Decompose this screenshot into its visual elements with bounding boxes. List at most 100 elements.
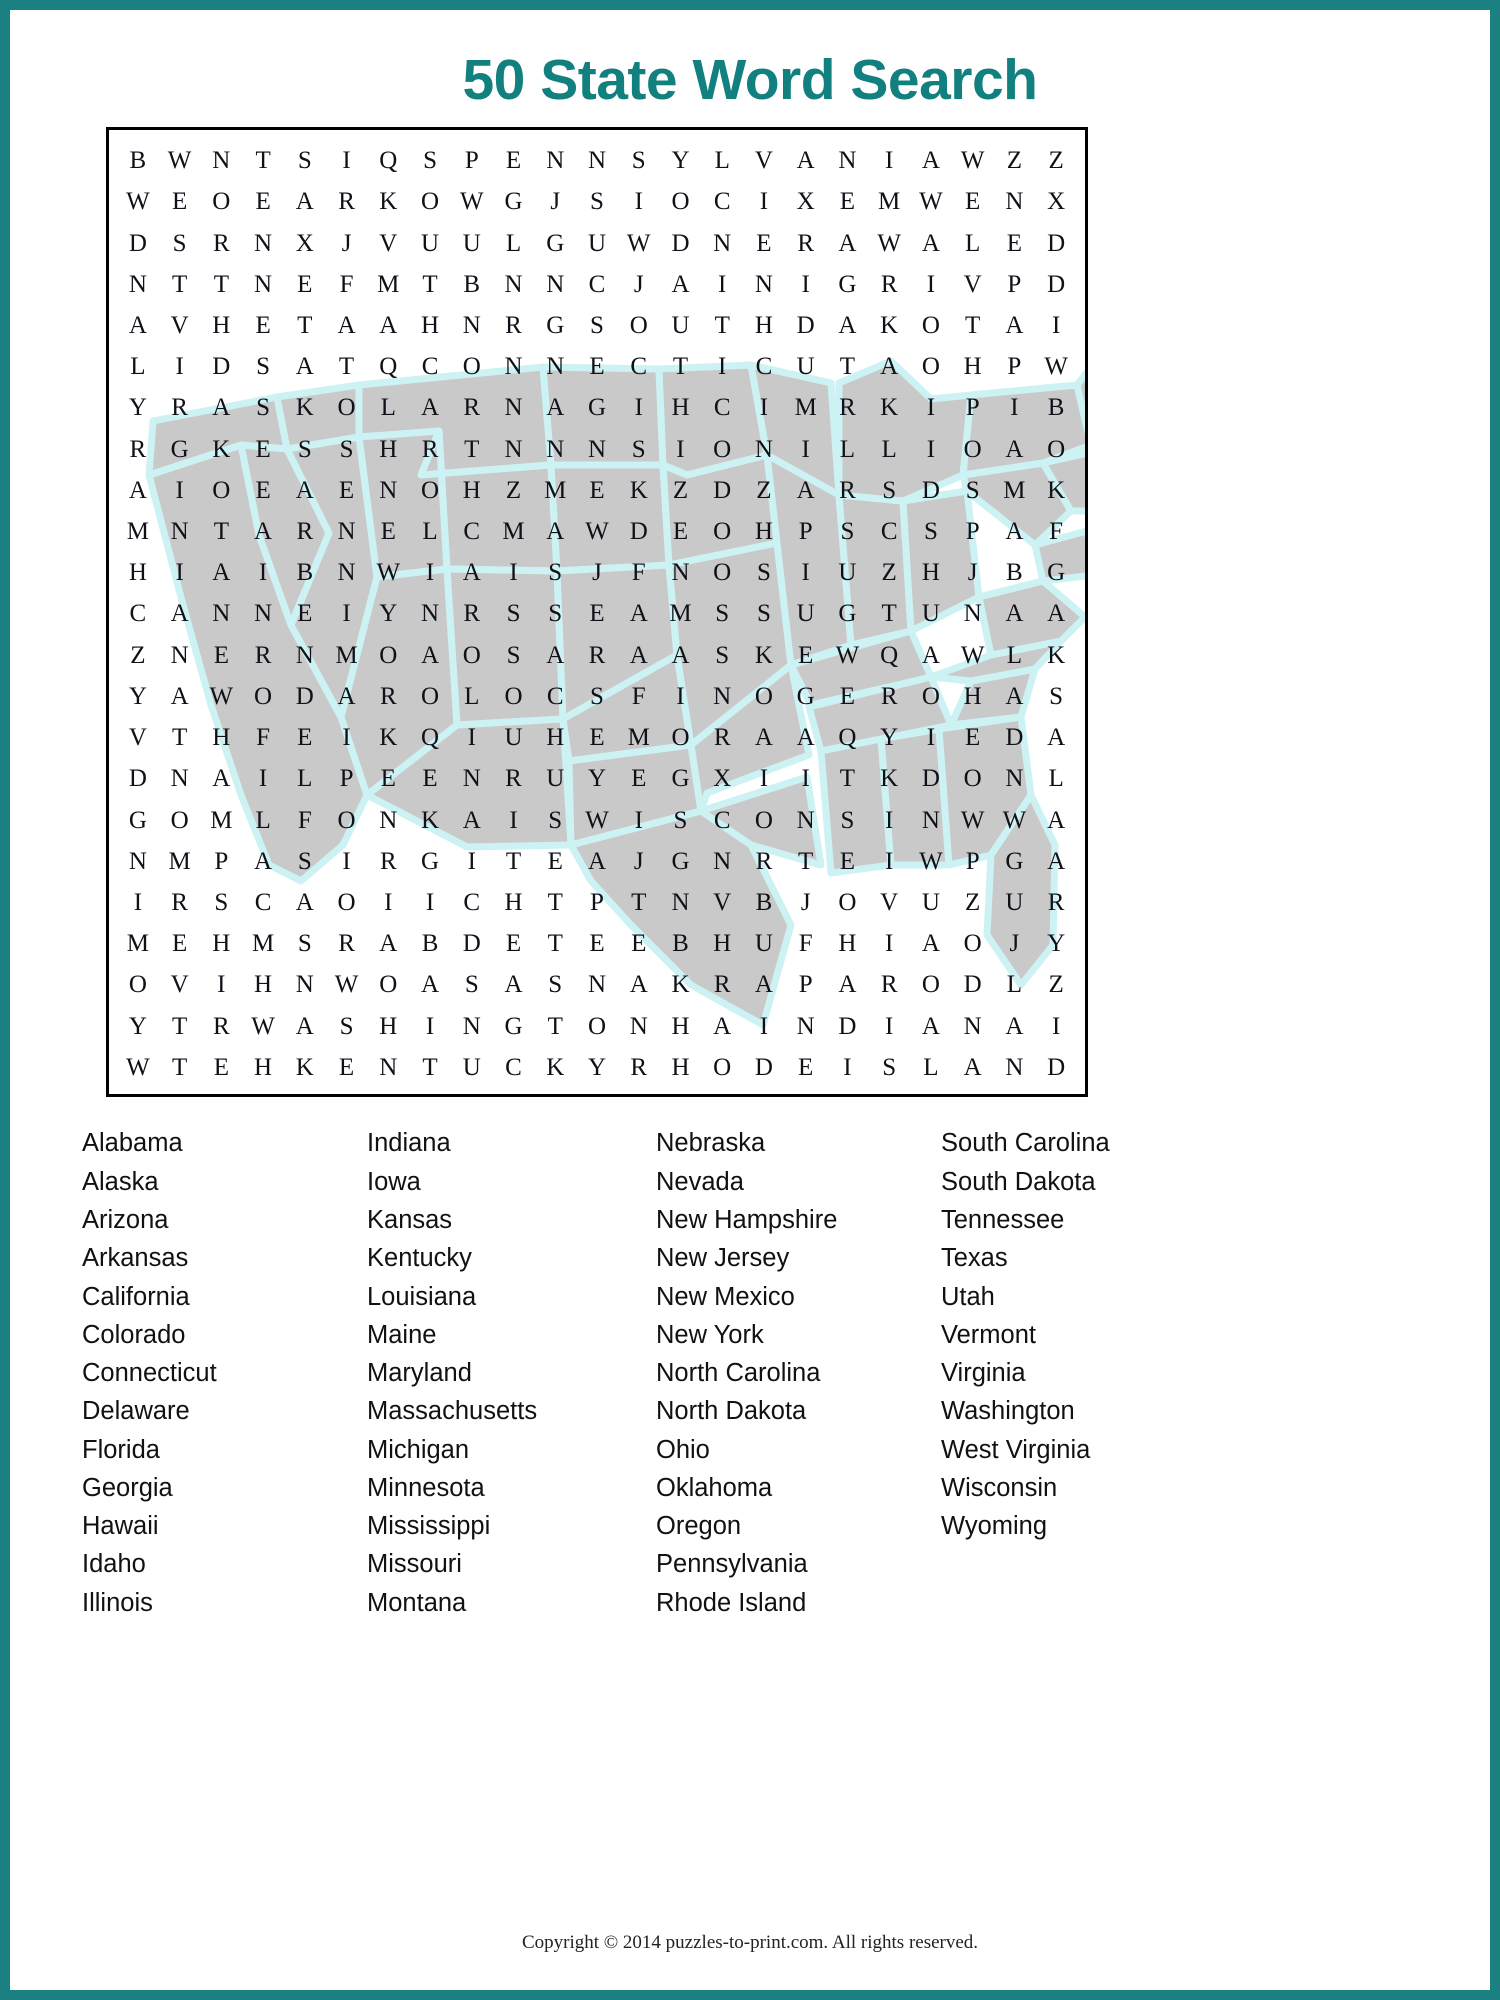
word-list-item[interactable]: Arizona [82,1202,333,1240]
grid-cell: R [463,394,481,422]
word-list-item[interactable]: Ohio [656,1431,907,1469]
grid-cell: W [1002,806,1027,834]
grid-cell: H [754,311,773,339]
grid-cell: M [627,724,650,752]
grid-cell: E [171,930,188,958]
grid-cell: D [838,1012,857,1040]
grid-cell: K [671,971,690,999]
grid-cell: B [672,930,689,958]
word-list-item[interactable]: California [82,1278,333,1316]
grid-cell: E [505,930,522,958]
word-list-item[interactable]: Minnesota [367,1470,618,1508]
word-list-item[interactable]: Texas [941,1240,1192,1278]
word-list-item[interactable]: Maryland [367,1355,618,1393]
grid-cell: I [801,270,810,298]
grid-cell: C [129,600,147,628]
word-list-item[interactable]: Idaho [82,1546,333,1584]
grid-cell: I [342,724,351,752]
grid-cell: A [1047,724,1066,752]
grid-cell: E [255,476,271,504]
word-list-item[interactable]: New York [656,1316,907,1354]
word-list-item[interactable]: Tennessee [941,1202,1192,1240]
word-list-item[interactable]: South Dakota [941,1163,1192,1201]
grid-cell: I [759,188,769,216]
grid-cell: M [544,476,567,504]
word-list-item[interactable]: Connecticut [82,1355,333,1393]
word-list-item[interactable]: Oregon [656,1508,907,1546]
grid-cell: M [168,847,191,875]
word-list-item[interactable]: Oklahoma [656,1470,907,1508]
grid-cell: M [210,806,233,834]
word-list-item[interactable]: Nevada [656,1163,907,1201]
word-list-item[interactable]: Kansas [367,1202,618,1240]
word-list-item[interactable]: Hawaii [82,1508,333,1546]
word-list-item[interactable]: South Carolina [941,1125,1192,1163]
word-list-item[interactable]: Massachusetts [367,1393,618,1431]
grid-cell: F [339,270,354,298]
word-list-item[interactable]: Illinois [82,1584,333,1622]
word-list-item[interactable]: West Virginia [941,1431,1192,1469]
word-list-item[interactable]: North Carolina [656,1355,907,1393]
grid-cell: W [626,229,651,257]
grid-cell: S [339,1012,354,1040]
word-list-item[interactable]: New Hampshire [656,1202,907,1240]
grid-cell: E [297,270,313,298]
grid-cell: N [671,559,690,587]
word-list-item[interactable]: Pennsylvania [656,1546,907,1584]
grid-cell: W [459,188,484,216]
grid-cell: R [1047,889,1065,917]
grid-cell: N [713,847,732,875]
word-list-item[interactable]: Colorado [82,1316,333,1354]
grid-cell: A [838,311,857,339]
word-list-item[interactable]: Michigan [367,1431,618,1469]
word-list-item[interactable]: Mississippi [367,1508,618,1546]
grid-cell: S [548,806,563,834]
grid-cell: T [171,1053,188,1081]
word-list-item[interactable]: New Jersey [656,1240,907,1278]
word-list-item[interactable]: Louisiana [367,1278,618,1316]
grid-cell: R [880,971,898,999]
grid-cell: C [713,188,731,216]
grid-cell: A [1047,806,1066,834]
grid-cell: N [337,559,356,587]
grid-cell: U [921,889,940,917]
grid-cell: N [379,1053,398,1081]
grid-cell: E [839,847,856,875]
word-list-item[interactable]: Washington [941,1393,1192,1431]
word-list-item[interactable]: Nebraska [656,1125,907,1163]
word-list-item[interactable]: Georgia [82,1470,333,1508]
grid-cell: E [839,682,856,710]
grid-cell: G [504,188,523,216]
word-list-item[interactable]: Maine [367,1316,618,1354]
grid-cell: R [713,971,731,999]
word-list-item[interactable]: Alabama [82,1125,333,1163]
word-list-item[interactable]: Alaska [82,1163,333,1201]
word-list-item[interactable]: Utah [941,1278,1192,1316]
word-list-item[interactable]: Rhode Island [656,1584,907,1622]
grid-cell: N [170,765,189,793]
word-list-item[interactable]: Vermont [941,1316,1192,1354]
word-list-item[interactable]: North Dakota [656,1393,907,1431]
word-list-item[interactable]: Wyoming [941,1508,1192,1546]
word-list-item[interactable]: Indiana [367,1125,618,1163]
grid-cell: B [1047,394,1065,422]
word-list-item[interactable]: Missouri [367,1546,618,1584]
grid-cell: L [1006,641,1023,669]
word-list-item[interactable]: Wisconsin [941,1470,1192,1508]
word-list-item[interactable]: Kentucky [367,1240,618,1278]
word-list-item[interactable]: Arkansas [82,1240,333,1278]
grid-cell: I [801,435,810,463]
grid-cell: N [963,1012,982,1040]
grid-cell: N [796,1012,815,1040]
word-list-item[interactable]: Montana [367,1584,618,1622]
word-list-item[interactable]: Iowa [367,1163,618,1201]
word-list-item[interactable]: New Mexico [656,1278,907,1316]
grid-cell: O [379,641,398,669]
grid-cell: S [256,394,271,422]
grid-cell: T [422,270,438,298]
word-list-item[interactable]: Delaware [82,1393,333,1431]
word-list-item[interactable]: Florida [82,1431,333,1469]
word-list: Alabama Alaska Arizona Arkansas California Co… [72,1125,1192,1623]
word-list-item[interactable]: Virginia [941,1355,1192,1393]
grid-cell: E [338,476,355,504]
